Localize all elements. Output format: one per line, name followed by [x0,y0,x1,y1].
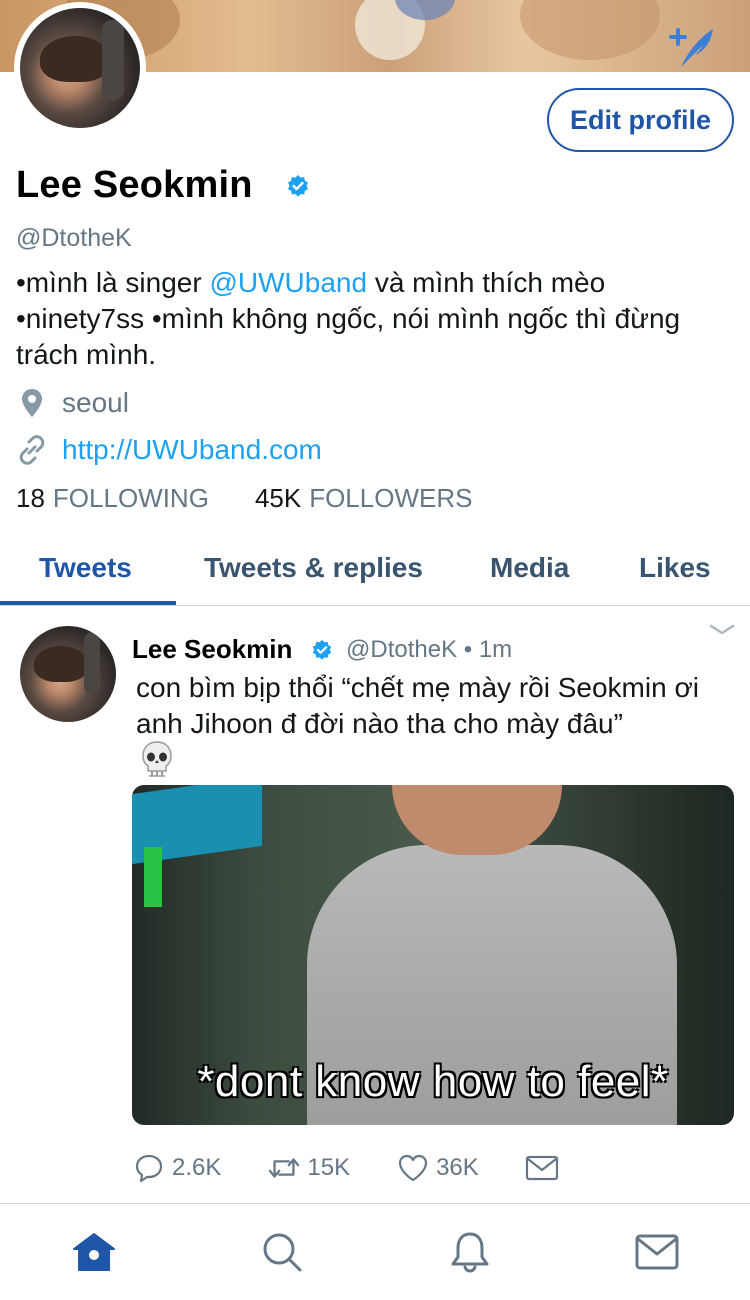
tab-media[interactable]: Media [490,530,569,605]
reply-icon [132,1151,166,1185]
nav-notifications-button[interactable] [446,1228,494,1276]
tab-tweets-replies[interactable]: Tweets & replies [204,530,423,605]
follow-stats: 18 FOLLOWING 45K FOLLOWERS [16,483,518,514]
location-pin-icon [16,387,48,419]
bio-text: •mình là singer [16,267,210,298]
like-count: 36K [436,1154,479,1181]
tab-likes[interactable]: Likes [639,530,711,605]
tweet-media-image[interactable]: *dont know how to feel* [132,785,734,1125]
location-text: seoul [62,387,129,418]
tab-tweets[interactable]: Tweets [39,530,132,605]
compose-tweet-button[interactable] [664,24,718,70]
profile-avatar[interactable] [14,2,146,134]
verified-badge-icon [288,175,308,197]
chevron-down-icon [709,624,735,635]
followers-label[interactable]: FOLLOWERS [309,483,472,514]
bottom-navigation-bar [0,1203,750,1300]
following-count[interactable]: 18 [16,483,45,514]
tweet-menu-button[interactable] [706,620,738,640]
compose-tweet-icon [669,28,713,67]
tweet-author-name[interactable]: Lee Seokmin [132,634,292,665]
profile-handle: @DtotheK [16,224,132,252]
edit-profile-button[interactable]: Edit profile [547,88,734,152]
profile-tabs: Tweets Tweets & replies Media Likes [0,530,750,606]
bio-mention-link[interactable]: @UWUband [209,267,367,298]
tweet-actions: 2.6K 15K 36K [132,1150,611,1186]
retweet-count: 15K [307,1154,351,1181]
heart-icon [396,1151,430,1185]
skull-emoji-icon [142,741,172,777]
nav-home-button[interactable] [70,1228,118,1276]
following-label[interactable]: FOLLOWING [53,483,209,514]
home-icon [73,1233,115,1271]
display-name: Lee Seokmin [16,164,253,206]
nav-search-button[interactable] [258,1228,306,1276]
reply-button[interactable]: 2.6K [132,1151,221,1185]
messages-icon [635,1234,679,1270]
reply-count: 2.6K [172,1154,222,1181]
tweet-text: con bìm bịp thổi “chết mẹ mày rồi Seokmi… [136,672,700,739]
profile-website[interactable]: http://UWUband.com [16,433,322,467]
followers-count[interactable]: 45K [255,483,301,514]
like-button[interactable]: 36K [396,1151,479,1185]
profile-location: seoul [16,386,129,420]
verified-badge-icon [312,639,332,660]
retweet-icon [267,1151,301,1185]
search-icon [263,1233,302,1272]
link-icon [16,434,48,466]
direct-message-button[interactable] [525,1151,565,1185]
tweet-avatar[interactable] [20,626,116,722]
notifications-icon [451,1232,489,1273]
media-caption-text: *dont know how to feel* [197,1057,669,1106]
tweet-handle-time: @DtotheK • 1m [346,636,513,663]
active-tab-indicator [0,601,176,605]
website-link[interactable]: http://UWUband.com [62,434,322,466]
nav-messages-button[interactable] [633,1228,681,1276]
profile-bio: •mình là singer @UWUband và mình thích m… [16,265,716,373]
retweet-button[interactable]: 15K [267,1151,350,1185]
envelope-icon [525,1151,559,1185]
